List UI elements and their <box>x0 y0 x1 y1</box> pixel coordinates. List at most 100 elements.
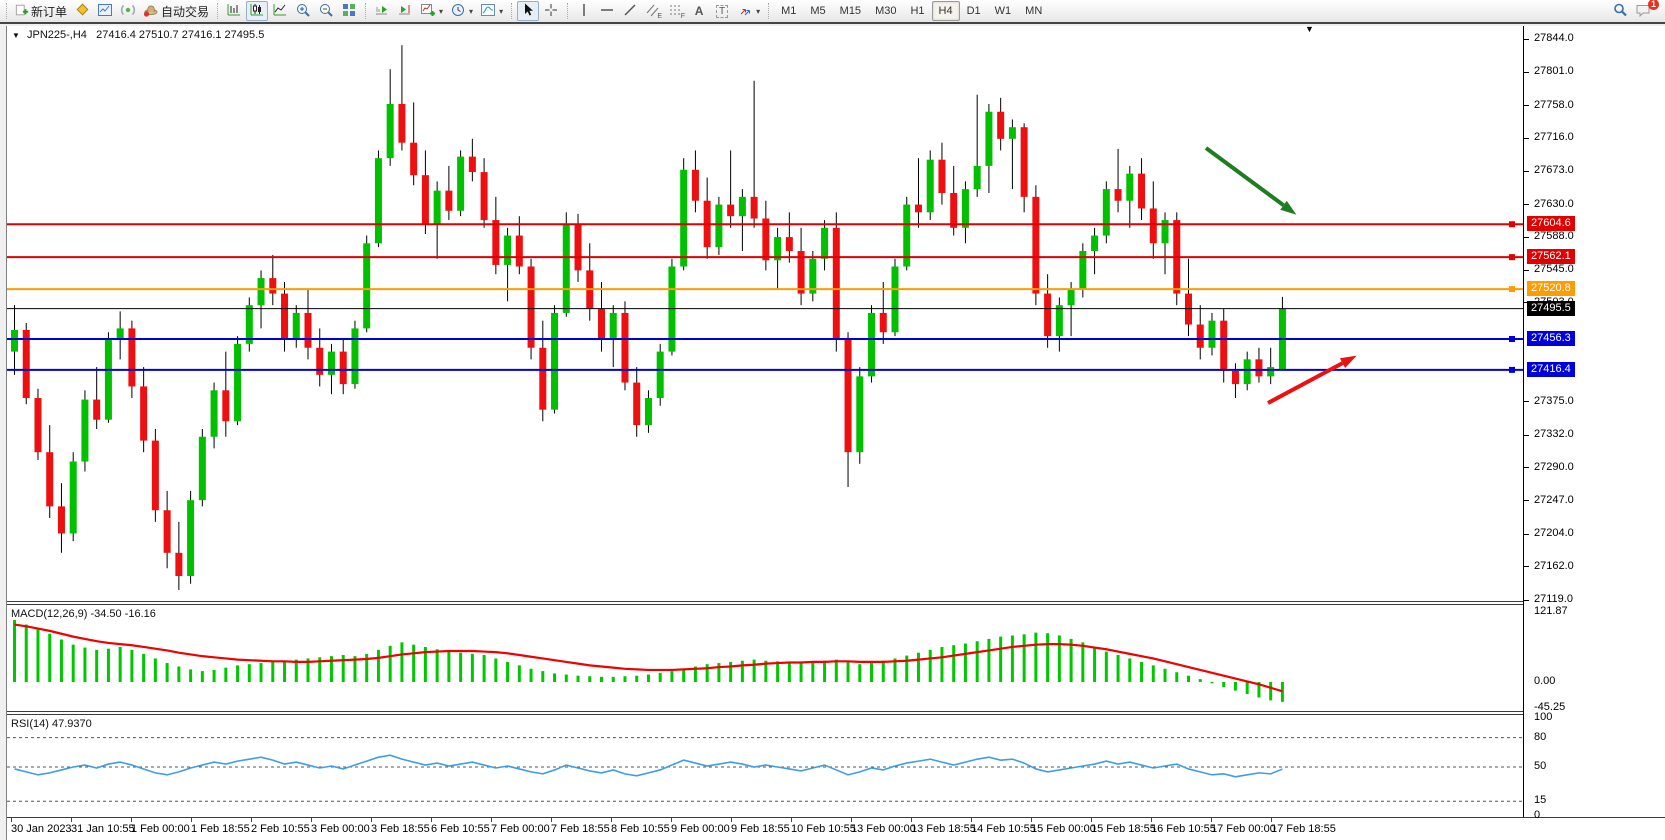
text-label-icon: T <box>716 5 728 18</box>
price-tick-label: 27545.0 <box>1534 263 1574 275</box>
macd-chart <box>7 605 1523 711</box>
candlestick-chart-button[interactable] <box>246 1 268 21</box>
fibonacci-button[interactable]: F <box>665 1 687 21</box>
time-axis-label: 17 Feb 18:55 <box>1271 823 1336 835</box>
candle <box>1150 208 1157 243</box>
notifications-button[interactable]: 1 <box>1632 1 1655 21</box>
chart-shift-marker[interactable]: ▼ <box>1305 26 1314 34</box>
hline-handle[interactable] <box>1509 336 1515 342</box>
indicators-button[interactable]: ▾ <box>417 1 446 21</box>
gold-arrow-button[interactable] <box>71 1 93 21</box>
price-tick-label: 27119.0 <box>1534 593 1573 605</box>
templates-button[interactable]: ▾ <box>477 1 506 21</box>
candle <box>539 348 546 410</box>
price-tick-label: 27716.0 <box>1534 131 1574 143</box>
hline-handle[interactable] <box>1509 367 1515 373</box>
candle <box>1032 197 1039 294</box>
arrange-windows-button[interactable] <box>338 1 360 21</box>
candle <box>258 278 265 305</box>
timeframe-button-h4[interactable]: H4 <box>932 1 960 21</box>
hline-handle[interactable] <box>1509 286 1515 292</box>
candle <box>34 398 41 452</box>
signal-button[interactable] <box>117 1 139 21</box>
chart-window-button[interactable] <box>94 1 116 21</box>
new-order-button[interactable]: 新订单 <box>12 1 70 21</box>
time-axis-label: 1 Feb 18:55 <box>191 823 250 835</box>
candle <box>422 175 429 224</box>
macd-axis-label: 0.00 <box>1534 675 1555 687</box>
arrange-windows-icon <box>341 2 357 21</box>
time-axis-label: 30 Jan 2023 <box>11 823 72 835</box>
candle <box>715 205 722 248</box>
vertical-line-button[interactable] <box>573 1 595 21</box>
bar-chart-button[interactable] <box>223 1 245 21</box>
timeframe-button-m15[interactable]: M15 <box>833 1 868 21</box>
candle <box>481 172 488 220</box>
timeframe-button-m1[interactable]: M1 <box>774 1 803 21</box>
rsi-axis-label: 50 <box>1534 760 1546 772</box>
candle <box>938 160 945 193</box>
crosshair-button[interactable] <box>540 1 562 21</box>
horizontal-line-button[interactable] <box>596 1 618 21</box>
timeframe-button-mn[interactable]: MN <box>1018 1 1049 21</box>
rsi-axis-label: 15 <box>1534 794 1546 806</box>
timeframe-button-m5[interactable]: M5 <box>803 1 832 21</box>
candle <box>551 313 558 410</box>
periods-button[interactable]: ▾ <box>447 1 476 21</box>
candle <box>187 500 194 576</box>
text-button[interactable]: A <box>688 1 710 21</box>
price-tick-label: 27204.0 <box>1534 527 1574 539</box>
channel-button[interactable]: E <box>642 1 664 21</box>
candle <box>328 352 335 375</box>
symbol-dropdown-icon[interactable]: ▼ <box>12 31 20 40</box>
time-axis-label: 2 Feb 10:55 <box>251 823 310 835</box>
candle <box>305 313 312 348</box>
candle <box>105 340 112 420</box>
candle <box>504 236 511 265</box>
hline-handle[interactable] <box>1509 254 1515 260</box>
price-line-label: 27416.4 <box>1527 362 1575 377</box>
arrows-button[interactable]: ▾ <box>734 1 763 21</box>
candle <box>363 243 370 328</box>
candle <box>1126 174 1133 201</box>
ohlc-label: 27416.4 27510.7 27416.1 27495.5 <box>96 29 264 41</box>
timeframe-button-w1[interactable]: W1 <box>988 1 1019 21</box>
line-chart-icon <box>272 2 288 21</box>
time-axis-label: 16 Feb 10:55 <box>1151 823 1216 835</box>
candle <box>997 112 1004 139</box>
hline-handle[interactable] <box>1509 221 1515 227</box>
candle <box>46 452 53 506</box>
candle <box>11 330 18 352</box>
candle <box>81 400 88 462</box>
time-axis-label: 13 Feb 00:00 <box>851 823 916 835</box>
price-line-label: 27456.3 <box>1527 331 1575 346</box>
trendline-button[interactable] <box>619 1 641 21</box>
zoom-out-button[interactable] <box>315 1 337 21</box>
candle <box>680 170 687 267</box>
time-axis-label: 15 Feb 18:55 <box>1091 823 1156 835</box>
search-button[interactable] <box>1609 1 1631 21</box>
timeframe-button-m30[interactable]: M30 <box>868 1 903 21</box>
auto-scroll-button[interactable] <box>371 1 393 21</box>
candle <box>786 237 793 251</box>
channel-label: E <box>657 13 662 20</box>
candle <box>211 390 218 436</box>
cursor-button[interactable] <box>517 1 539 21</box>
rsi-panel: RSI(14) 47.9370 <box>7 715 1523 817</box>
timeframe-button-d1[interactable]: D1 <box>960 1 988 21</box>
candle <box>821 228 828 259</box>
indicators-icon <box>420 2 436 21</box>
price-axis[interactable]: 27844.027801.027758.027716.027673.027630… <box>1523 26 1665 817</box>
chart-shift-button[interactable] <box>394 1 416 21</box>
timeframe-button-h1[interactable]: H1 <box>903 1 931 21</box>
new-order-icon <box>15 3 29 20</box>
time-axis[interactable]: 30 Jan 202331 Jan 10:551 Feb 00:001 Feb … <box>7 818 1665 840</box>
text-label-button[interactable]: T <box>711 1 733 21</box>
main-chart-panel: ▼ JPN225-,H4 27416.4 27510.7 27416.1 274… <box>7 26 1523 601</box>
zoom-in-button[interactable] <box>292 1 314 21</box>
price-tick-label: 27630.0 <box>1534 198 1574 210</box>
auto-trading-button[interactable]: 自动交易 <box>140 1 212 21</box>
arrow-annotation[interactable] <box>1206 148 1296 215</box>
line-chart-button[interactable] <box>269 1 291 21</box>
candle <box>340 352 347 384</box>
